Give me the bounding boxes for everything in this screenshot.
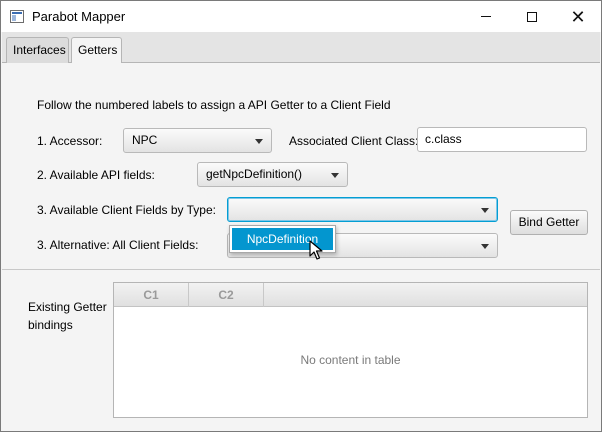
bind-getter-button[interactable]: Bind Getter (510, 210, 588, 235)
tab-interfaces[interactable]: Interfaces (6, 37, 69, 63)
window-title: Parabot Mapper (32, 9, 126, 24)
client-fields-label: 3. Available Client Fields by Type: (37, 203, 216, 217)
maximize-icon (527, 11, 537, 22)
chevron-down-icon (331, 173, 339, 178)
assoc-class-label: Associated Client Class: (289, 134, 419, 148)
tab-getters[interactable]: Getters (71, 37, 122, 64)
close-icon: ✕ (570, 6, 586, 27)
getters-panel: Follow the numbered labels to assign a A… (2, 63, 600, 431)
client-fields-select[interactable] (227, 197, 498, 222)
tab-bar: Interfaces Getters (2, 32, 600, 64)
chevron-down-icon (481, 208, 489, 213)
mouse-pointer-icon (309, 240, 323, 260)
alt-fields-label: 3. Alternative: All Client Fields: (37, 238, 199, 252)
accessor-label: 1. Accessor: (37, 134, 103, 148)
table-empty-message: No content in table (300, 353, 401, 367)
minimize-icon (481, 16, 491, 17)
assoc-class-value: c.class (425, 132, 462, 146)
api-fields-select[interactable]: getNpcDefinition() (197, 162, 348, 187)
maximize-button[interactable] (509, 1, 555, 32)
chevron-down-icon (481, 244, 489, 249)
column-header-c1[interactable]: C1 (114, 283, 189, 307)
bindings-label-line2: bindings (28, 318, 73, 332)
api-fields-value: getNpcDefinition() (206, 167, 303, 181)
title-bar[interactable]: Parabot Mapper ✕ (1, 1, 601, 32)
table-header: C1 C2 (114, 283, 587, 307)
column-header-c2[interactable]: C2 (189, 283, 264, 307)
accessor-value: NPC (132, 133, 158, 147)
instructions-text: Follow the numbered labels to assign a A… (37, 98, 391, 112)
bindings-table[interactable]: C1 C2 No content in table (113, 282, 588, 418)
section-divider (2, 269, 600, 270)
app-window: Parabot Mapper ✕ Interfaces Getters Foll… (0, 0, 602, 432)
accessor-select[interactable]: NPC (123, 128, 272, 153)
bindings-label-line1: Existing Getter (28, 300, 107, 314)
minimize-button[interactable] (463, 1, 509, 32)
api-fields-label: 2. Available API fields: (37, 168, 155, 182)
chevron-down-icon (255, 139, 263, 144)
close-button[interactable]: ✕ (555, 1, 601, 32)
app-window-icon (10, 10, 24, 23)
assoc-class-field[interactable]: c.class (417, 127, 587, 152)
